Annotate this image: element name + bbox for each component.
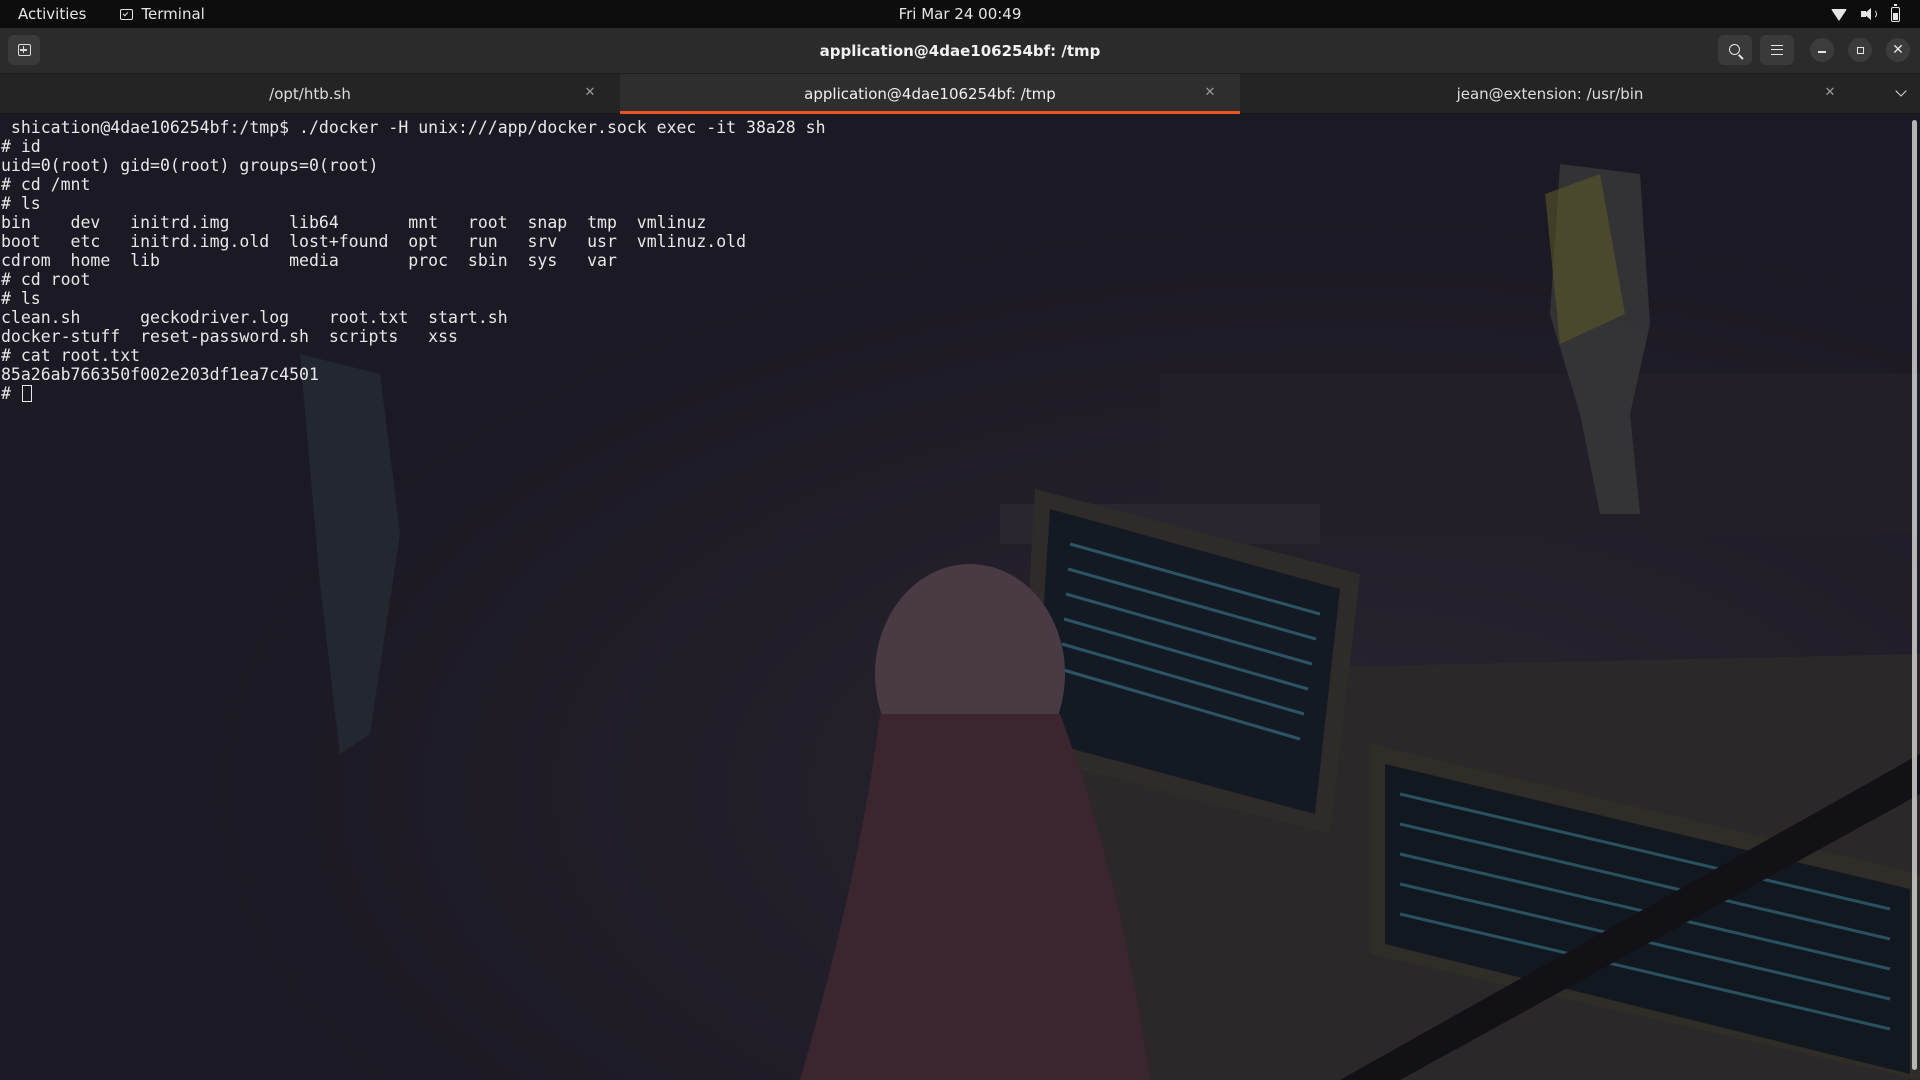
tab-label: jean@extension: /usr/bin xyxy=(1456,85,1644,103)
terminal-line: # ls xyxy=(1,289,41,308)
clock-container: Fri Mar 24 00:49 xyxy=(0,0,1920,28)
battery-icon xyxy=(1891,3,1900,22)
clock[interactable]: Fri Mar 24 00:49 xyxy=(899,5,1022,23)
terminal-line: # cat root.txt xyxy=(1,346,141,365)
tab-list-dropdown[interactable] xyxy=(1894,85,1908,100)
prompt-line[interactable]: # xyxy=(1,384,826,403)
terminal-window: application@4dae106254bf: /tmp ✕ /opt/ht… xyxy=(0,28,1920,1080)
tab-application-tmp[interactable]: application@4dae106254bf: /tmp ✕ xyxy=(620,74,1240,114)
tab-jean-usr-bin[interactable]: jean@extension: /usr/bin ✕ xyxy=(1240,74,1860,114)
app-menu-label: Terminal xyxy=(141,5,205,23)
terminal-line: bin dev initrd.img lib64 mnt root snap t… xyxy=(1,213,707,232)
terminal-line: # ls xyxy=(1,194,41,213)
volume-icon xyxy=(1861,7,1877,21)
new-tab-button[interactable] xyxy=(8,35,40,65)
system-tray[interactable] xyxy=(1831,0,1900,28)
tab-htb-sh[interactable]: /opt/htb.sh ✕ xyxy=(0,74,620,114)
header-bar: application@4dae106254bf: /tmp ✕ xyxy=(0,28,1920,74)
terminal-line: uid=0(root) gid=0(root) groups=0(root) xyxy=(1,156,379,175)
tab-label: /opt/htb.sh xyxy=(269,85,351,103)
chevron-down-icon xyxy=(1895,85,1907,97)
terminal-line: docker-stuff reset-password.sh scripts x… xyxy=(1,327,458,346)
minimize-icon xyxy=(1818,51,1826,53)
tab-close-icon[interactable]: ✕ xyxy=(582,85,598,101)
close-window-button[interactable]: ✕ xyxy=(1886,38,1910,62)
terminal-line: # id xyxy=(1,137,41,156)
terminal-line: 85a26ab766350f002e203df1ea7c4501 xyxy=(1,365,319,384)
app-menu[interactable]: Terminal xyxy=(120,5,205,23)
tab-close-icon[interactable]: ✕ xyxy=(1822,85,1838,101)
tab-bar: /opt/htb.sh ✕ application@4dae106254bf: … xyxy=(0,74,1920,114)
maximize-icon xyxy=(1856,46,1864,54)
terminal-line: # cd /mnt xyxy=(1,175,91,194)
tab-close-icon[interactable]: ✕ xyxy=(1202,85,1218,101)
maximize-button[interactable] xyxy=(1848,38,1872,62)
text-cursor xyxy=(21,385,32,402)
minimize-button[interactable] xyxy=(1810,38,1834,62)
terminal-output: shication@4dae106254bf:/tmp$ ./docker -H… xyxy=(1,118,826,403)
shell-prompt: # xyxy=(1,384,21,403)
wifi-icon xyxy=(1831,9,1847,21)
terminal-line: clean.sh geckodriver.log root.txt start.… xyxy=(1,308,508,327)
hamburger-menu-icon xyxy=(1771,45,1783,55)
close-icon: ✕ xyxy=(1892,42,1904,58)
window-title: application@4dae106254bf: /tmp xyxy=(819,42,1101,60)
terminal-line: shication@4dae106254bf:/tmp$ ./docker -H… xyxy=(1,118,826,137)
new-tab-icon xyxy=(17,44,31,56)
scrollbar[interactable] xyxy=(1912,120,1917,1070)
tab-label: application@4dae106254bf: /tmp xyxy=(804,85,1056,103)
terminal-icon xyxy=(120,8,134,20)
terminal-line: boot etc initrd.img.old lost+found opt r… xyxy=(1,232,747,251)
top-bar: Activities Terminal Fri Mar 24 00:49 xyxy=(0,0,1920,28)
terminal-line: cdrom home lib media proc sbin sys var xyxy=(1,251,617,270)
terminal-line: # cd root xyxy=(1,270,91,289)
window-title-container: application@4dae106254bf: /tmp xyxy=(0,28,1920,74)
menu-button[interactable] xyxy=(1760,35,1794,65)
header-actions: ✕ xyxy=(1718,35,1910,65)
search-icon xyxy=(1728,43,1740,55)
activities-button[interactable]: Activities xyxy=(18,5,86,23)
terminal-area[interactable]: shication@4dae106254bf:/tmp$ ./docker -H… xyxy=(0,114,1920,1080)
search-button[interactable] xyxy=(1718,35,1752,65)
